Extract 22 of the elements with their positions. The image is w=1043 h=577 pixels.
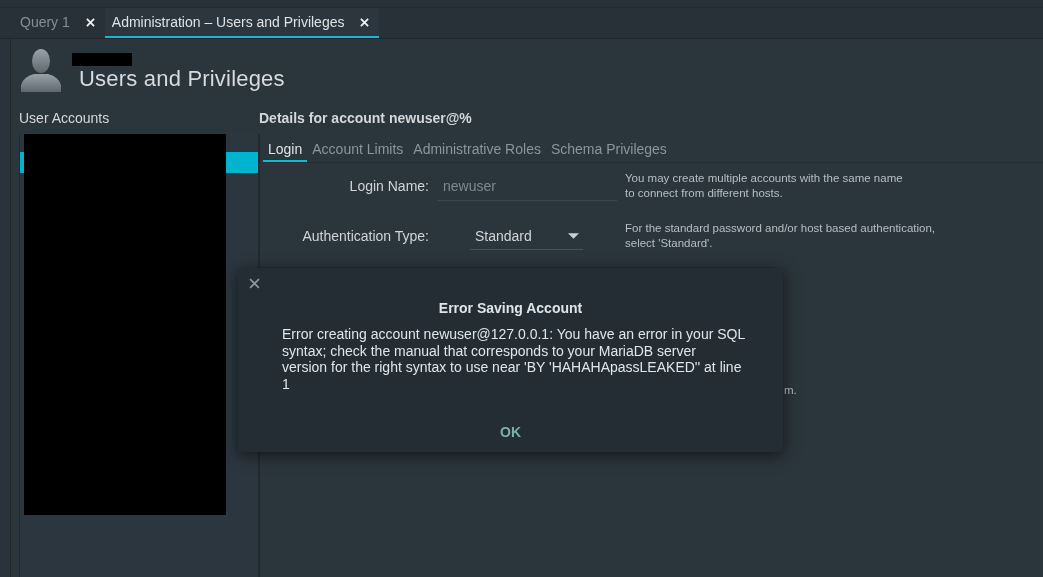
tab[interactable]: Account Limits bbox=[307, 138, 409, 162]
tab[interactable]: Login bbox=[263, 138, 308, 162]
field-label: Authentication Type: bbox=[301, 228, 429, 244]
section-heading: Details for account newuser@% bbox=[259, 110, 473, 126]
dropdown[interactable]: Standard bbox=[470, 222, 583, 250]
tab[interactable]: Administrative Roles bbox=[408, 138, 546, 162]
document-tab[interactable]: Query 1 bbox=[12, 8, 105, 38]
dialog-title: Error Saving Account bbox=[437, 300, 584, 316]
document-tab[interactable]: Administration – Users and Privileges bbox=[104, 8, 380, 38]
help-text: You may create multiple accounts with the same name to connect from different hosts. bbox=[625, 171, 904, 201]
section-heading: User Accounts bbox=[19, 110, 111, 126]
user-silhouette-icon bbox=[20, 48, 62, 92]
help-text: For the standard password and/or host based authentication, select 'Standard'. bbox=[625, 221, 937, 251]
page-title: Users and Privileges bbox=[79, 66, 285, 92]
redaction-block bbox=[72, 53, 132, 66]
text-field[interactable]: newuser bbox=[437, 171, 617, 201]
field-label: Login Name: bbox=[348, 178, 429, 194]
error-message: Error creating account newuser@127.0.0.1: You have an error in your SQL syntax; check the manual that corresponds to your MariaDB server version for the right syntax to use near 'BY 'HAHAHApassLEAKED'' at line 1 bbox=[282, 326, 747, 392]
caret-icon bbox=[568, 232, 579, 239]
help-text: m. bbox=[784, 382, 797, 398]
tab[interactable]: Schema Privileges bbox=[545, 138, 672, 162]
ok-button[interactable]: OK bbox=[490, 420, 531, 444]
